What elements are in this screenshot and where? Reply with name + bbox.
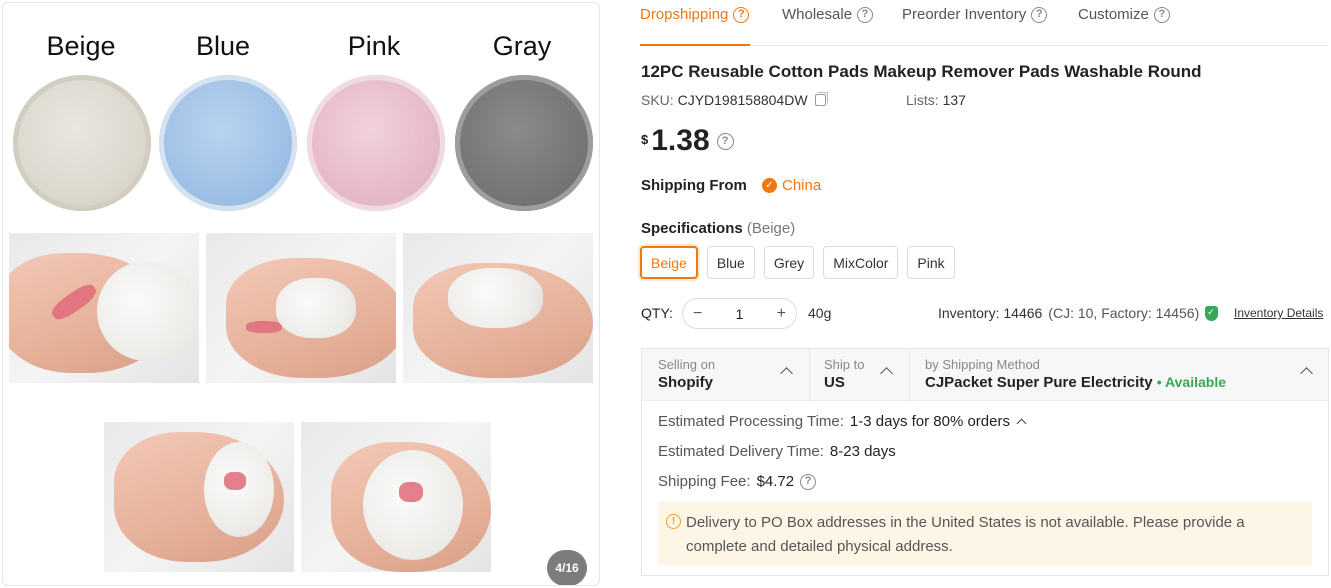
- selling-on-selector[interactable]: Selling on Shopify: [658, 357, 715, 391]
- price-help-icon[interactable]: ?: [716, 133, 734, 150]
- swatch-label-gray: Gray: [492, 31, 552, 61]
- verified-shield-icon: [1205, 305, 1219, 321]
- swatch-label-beige: Beige: [46, 31, 116, 61]
- shipping-method-selector[interactable]: by Shipping Method CJPacket Super Pure E…: [925, 357, 1226, 391]
- ship-to-label: Ship to: [824, 357, 865, 372]
- tab-dropshipping[interactable]: Dropshipping ?: [640, 6, 750, 23]
- processing-time-label: Estimated Processing Time:: [658, 413, 844, 430]
- inventory-info: Inventory: 14466 (CJ: 10, Factory: 14456…: [938, 305, 1219, 321]
- selling-on-value: Shopify: [658, 374, 713, 391]
- tab-label: Dropshipping: [640, 6, 729, 23]
- help-icon[interactable]: ?: [800, 473, 817, 490]
- usage-photo: [206, 233, 396, 383]
- spec-option-mixcolor[interactable]: MixColor: [823, 246, 899, 279]
- chevron-up-icon[interactable]: [780, 367, 793, 380]
- lists-row: Lists: 137: [906, 92, 966, 108]
- shipping-method-name: CJPacket Super Pure Electricity: [925, 374, 1153, 391]
- usage-photo: [9, 233, 199, 383]
- lists-label: Lists:: [906, 92, 939, 108]
- shipping-selectors: Selling on Shopify Ship to US by Shippin…: [642, 349, 1328, 401]
- help-icon[interactable]: ?: [857, 6, 874, 23]
- sku-value: CJYD198158804DW: [677, 92, 808, 108]
- spec-option-beige[interactable]: Beige: [640, 246, 698, 279]
- selling-on-label: Selling on: [658, 357, 716, 372]
- shipping-panel: Selling on Shopify Ship to US by Shippin…: [641, 348, 1329, 576]
- active-tab-indicator: [640, 44, 750, 46]
- tab-wholesale[interactable]: Wholesale ?: [782, 6, 874, 23]
- shipping-method-label: by Shipping Method: [925, 357, 1040, 372]
- shipping-from-value: China: [782, 177, 822, 194]
- tab-label: Preorder Inventory: [902, 6, 1027, 23]
- specifications-heading: Specifications (Beige): [641, 220, 795, 237]
- decrement-button[interactable]: −: [693, 305, 702, 323]
- beige-pad-image: [13, 75, 151, 211]
- lists-value: 137: [942, 92, 966, 108]
- increment-button[interactable]: +: [777, 305, 786, 323]
- notice-text: Delivery to PO Box addresses in the Unit…: [686, 514, 1245, 555]
- chevron-up-icon[interactable]: [1300, 367, 1313, 380]
- specification-options: Beige Blue Grey MixColor Pink: [640, 246, 955, 279]
- blue-pad-image: [159, 75, 297, 211]
- copy-icon[interactable]: [815, 92, 829, 106]
- purchase-mode-tabs: Dropshipping ? Wholesale ? Preorder Inve…: [640, 0, 1328, 46]
- processing-time-value: 1-3 days for 80% orders: [849, 413, 1010, 430]
- divider: [909, 349, 910, 401]
- inventory-total: Inventory: 14466: [938, 305, 1043, 321]
- inventory-details-link[interactable]: Inventory Details: [1234, 306, 1323, 320]
- shipping-fee-row: Shipping Fee: $4.72 ?: [658, 473, 817, 490]
- product-price: $ 1.38 ?: [641, 124, 734, 158]
- ship-to-value: US: [824, 374, 845, 391]
- image-counter: 4/16: [547, 550, 587, 585]
- gray-pad-image: [455, 75, 593, 211]
- tab-label: Customize: [1078, 6, 1149, 23]
- spec-option-blue[interactable]: Blue: [706, 246, 755, 279]
- warning-icon: !: [666, 514, 681, 529]
- price-currency: $: [641, 132, 649, 147]
- tab-preorder-inventory[interactable]: Preorder Inventory ?: [902, 6, 1048, 23]
- delivery-time-label: Estimated Delivery Time:: [658, 443, 824, 460]
- usage-photo: [104, 422, 294, 572]
- sku-label: SKU:: [641, 92, 674, 108]
- availability-status: • Available: [1156, 374, 1227, 390]
- quantity-stepper: − 1 +: [682, 298, 797, 329]
- shipping-from-label: Shipping From: [641, 177, 747, 194]
- tab-customize[interactable]: Customize ?: [1078, 6, 1170, 23]
- inventory-breakdown: (CJ: 10, Factory: 14456): [1048, 305, 1200, 321]
- qty-label: QTY:: [641, 305, 673, 321]
- usage-photo: [301, 422, 491, 572]
- specifications-selected: (Beige): [746, 220, 796, 237]
- product-weight: 40g: [808, 305, 832, 321]
- shipping-fee-label: Shipping Fee:: [658, 473, 751, 490]
- shipping-fee-value: $4.72: [756, 473, 795, 490]
- ship-to-selector[interactable]: Ship to US: [824, 357, 864, 391]
- processing-time-row: Estimated Processing Time: 1-3 days for …: [658, 413, 1027, 430]
- spec-option-pink[interactable]: Pink: [907, 246, 955, 279]
- help-icon[interactable]: ?: [733, 6, 750, 23]
- swatch-label-blue: Blue: [195, 31, 251, 61]
- quantity-input[interactable]: 1: [736, 306, 744, 322]
- divider: [809, 349, 810, 401]
- price-amount: 1.38: [651, 124, 710, 157]
- tab-label: Wholesale: [782, 6, 853, 23]
- help-icon[interactable]: ?: [1153, 6, 1170, 23]
- chevron-up-icon[interactable]: [880, 367, 893, 380]
- specifications-label: Specifications: [641, 220, 743, 237]
- po-box-notice: ! Delivery to PO Box addresses in the Un…: [658, 501, 1312, 565]
- chevron-up-icon[interactable]: [1016, 418, 1027, 429]
- shipping-method-value: CJPacket Super Pure Electricity • Availa…: [925, 374, 1226, 391]
- spec-option-grey[interactable]: Grey: [763, 246, 815, 279]
- pink-pad-image: [307, 75, 445, 211]
- sku-row: SKU: CJYD198158804DW: [641, 92, 829, 108]
- delivery-time-row: Estimated Delivery Time: 8-23 days: [658, 443, 896, 460]
- help-icon[interactable]: ?: [1031, 6, 1048, 23]
- delivery-time-value: 8-23 days: [829, 443, 896, 460]
- swatch-label-pink: Pink: [347, 31, 401, 61]
- usage-photo: [403, 233, 593, 383]
- product-title: 12PC Reusable Cotton Pads Makeup Remover…: [641, 62, 1202, 81]
- shipping-from-option[interactable]: ✓ China: [762, 177, 821, 194]
- check-icon: ✓: [762, 178, 777, 193]
- product-image-gallery[interactable]: Beige Blue Pink Gray 4/16: [2, 2, 600, 586]
